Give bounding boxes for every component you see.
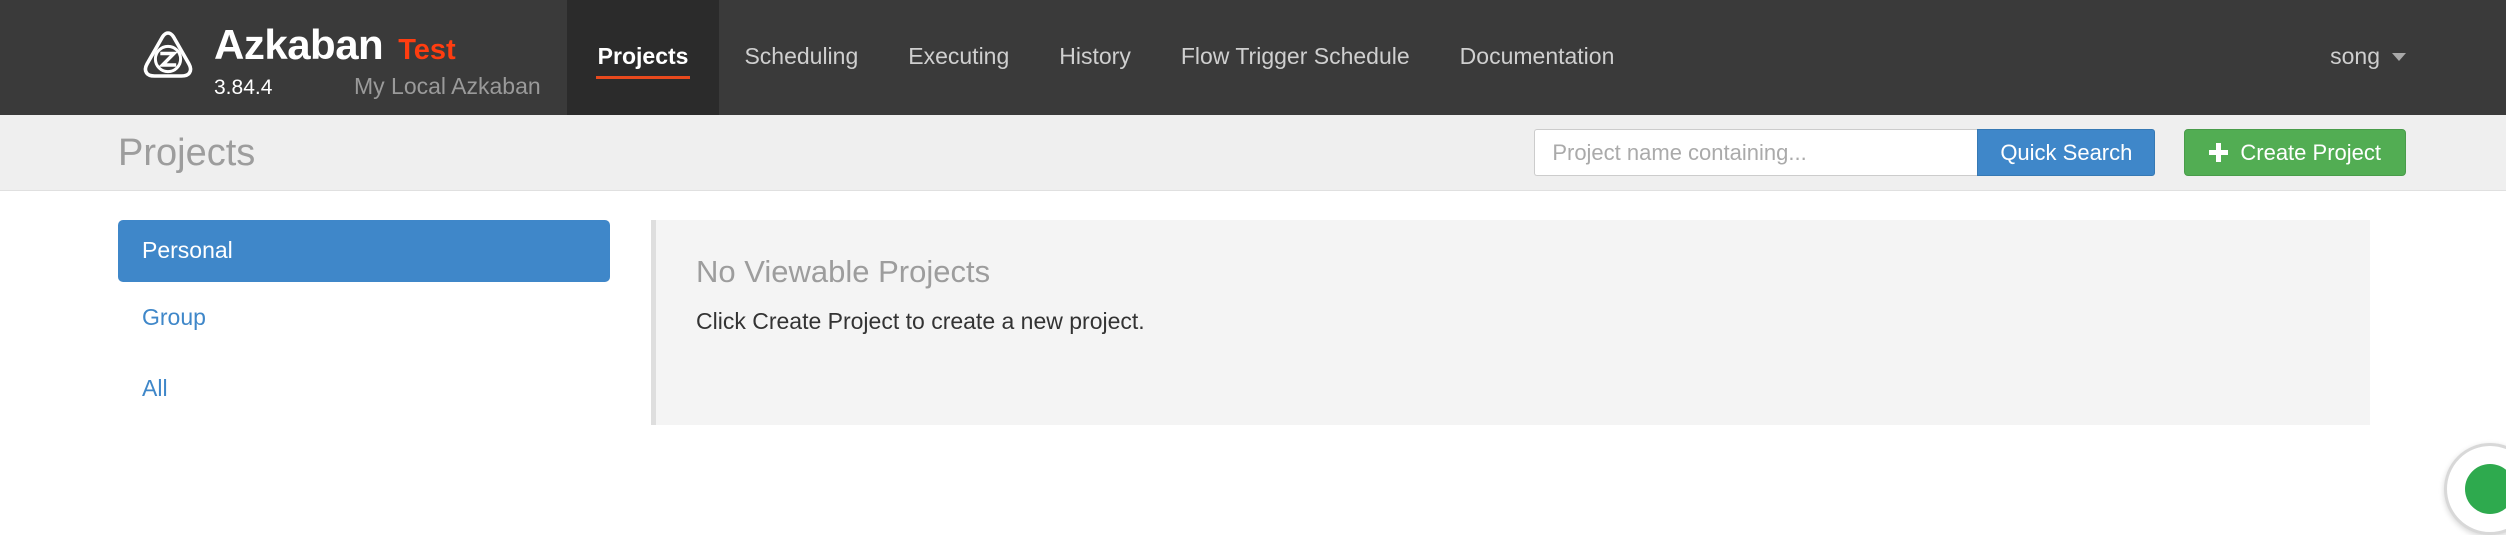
- green-status-circle-icon[interactable]: [2444, 443, 2506, 535]
- nav-item-executing[interactable]: Executing: [883, 0, 1034, 115]
- empty-state-text: Click Create Project to create a new pro…: [696, 308, 1145, 334]
- subheader-tools: Quick Search Create Project: [1534, 129, 2406, 176]
- chevron-down-icon: [2392, 52, 2406, 61]
- user-name-label: song: [2330, 43, 2380, 69]
- brand-title-line: Azkaban Test: [214, 24, 541, 66]
- sidebar-item-label: All: [142, 375, 168, 402]
- tagline-label: My Local Azkaban: [354, 73, 541, 99]
- sidebar-item-all[interactable]: All: [118, 353, 610, 425]
- plus-icon: [2209, 143, 2229, 162]
- content-wrap: Personal Group All No Viewable Projects …: [0, 191, 2506, 425]
- nav-item-label: Executing: [908, 43, 1010, 69]
- top-navbar: Azkaban Test 3.84.4 My Local Azkaban Pro…: [0, 0, 2506, 115]
- sidebar-item-label: Group: [142, 303, 206, 330]
- empty-state-panel: No Viewable Projects Click Create Projec…: [651, 220, 2370, 425]
- brand-suffix: Test: [398, 34, 456, 66]
- brand-text: Azkaban Test 3.84.4 My Local Azkaban: [214, 24, 541, 99]
- quick-search-button[interactable]: Quick Search: [1977, 129, 2156, 176]
- sidebar-item-group[interactable]: Group: [118, 282, 610, 354]
- nav-links: Projects Scheduling Executing History Fl…: [566, 0, 1640, 115]
- navbar-right: song: [2330, 0, 2506, 115]
- nav-item-projects[interactable]: Projects: [566, 0, 720, 115]
- brand-sub-line: 3.84.4 My Local Azkaban: [214, 73, 541, 99]
- nav-item-label: Scheduling: [744, 43, 859, 69]
- nav-item-label: Flow Trigger Schedule: [1180, 43, 1410, 69]
- active-tab-underline: [595, 76, 691, 79]
- azkaban-triangle-z-logo-icon: [143, 31, 193, 78]
- brand-block[interactable]: Azkaban Test 3.84.4 My Local Azkaban: [0, 0, 541, 115]
- create-project-label: Create Project: [2240, 139, 2381, 165]
- page-subheader: Projects Quick Search Create Project: [0, 115, 2506, 191]
- page-title: Projects: [118, 131, 256, 174]
- nav-item-label: Projects: [597, 43, 689, 69]
- nav-item-scheduling[interactable]: Scheduling: [719, 0, 883, 115]
- nav-item-flow-trigger-schedule[interactable]: Flow Trigger Schedule: [1156, 0, 1435, 115]
- empty-state-title: No Viewable Projects: [696, 254, 991, 289]
- nav-item-label: History: [1059, 43, 1131, 69]
- nav-item-history[interactable]: History: [1034, 0, 1156, 115]
- sidebar-item-label: Personal: [142, 237, 233, 263]
- user-menu-dropdown[interactable]: song: [2330, 43, 2406, 70]
- project-filter-sidebar: Personal Group All: [118, 220, 651, 425]
- create-project-button[interactable]: Create Project: [2184, 129, 2406, 176]
- nav-item-documentation[interactable]: Documentation: [1435, 0, 1640, 115]
- sidebar-item-personal[interactable]: Personal: [118, 220, 610, 282]
- nav-item-label: Documentation: [1459, 43, 1615, 69]
- brand-name: Azkaban: [214, 21, 384, 68]
- search-input[interactable]: [1534, 129, 1978, 176]
- search-group: Quick Search: [1534, 129, 2156, 176]
- version-label: 3.84.4: [214, 76, 273, 99]
